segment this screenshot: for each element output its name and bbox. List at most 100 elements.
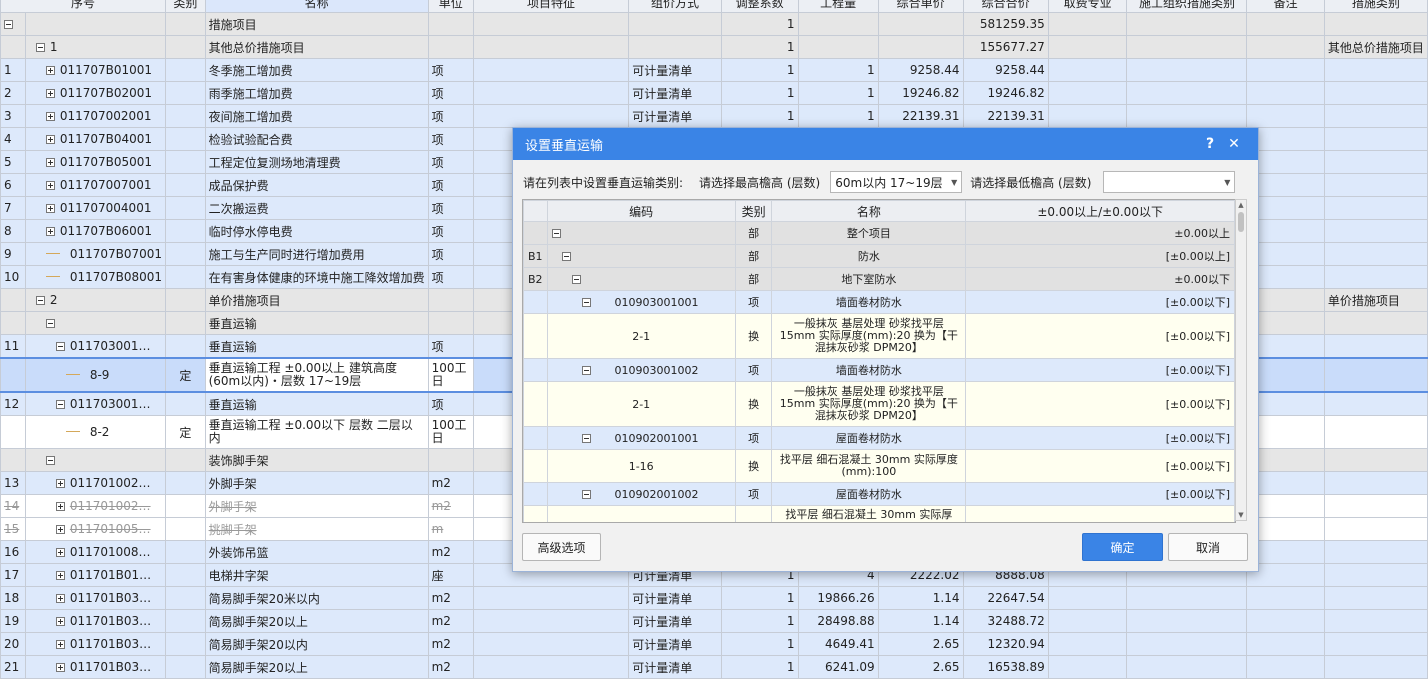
expand-icon[interactable] bbox=[55, 548, 65, 557]
price-cell: 1.14 bbox=[877, 586, 964, 610]
level-cell[interactable]: [±0.00以下] bbox=[965, 381, 1235, 427]
dialog-row[interactable]: 2-1 换 一般抹灰 基层处理 砂浆找平层15mm 实际厚度(mm):20 换为… bbox=[523, 313, 1235, 359]
collapse-icon[interactable] bbox=[581, 490, 591, 499]
table-row[interactable]: 措施项目 1 581259.35 bbox=[0, 12, 1428, 36]
note-cell bbox=[1246, 609, 1325, 633]
feature-cell bbox=[472, 586, 630, 610]
header-price[interactable]: 综合单价 bbox=[877, 0, 964, 13]
expand-icon[interactable] bbox=[45, 158, 55, 167]
header-fee[interactable]: 取费专业 bbox=[1047, 0, 1128, 13]
level-cell[interactable]: [±0.00以下] bbox=[965, 358, 1235, 382]
collapse-icon[interactable] bbox=[55, 400, 65, 409]
table-row[interactable]: 1 011707B01001 冬季施工增加费 项 可计量清单 1 1 9258.… bbox=[0, 58, 1428, 82]
header-org[interactable]: 施工组织措施类别 bbox=[1126, 0, 1248, 13]
expand-icon[interactable] bbox=[55, 594, 65, 603]
dialog-row[interactable]: 010902001002 项 屋面卷材防水 [±0.00以下] bbox=[523, 482, 1235, 506]
name-cell: 装饰脚手架 bbox=[204, 448, 429, 472]
expand-icon[interactable] bbox=[45, 89, 55, 98]
header-coef[interactable]: 调整系数 bbox=[720, 0, 799, 13]
table-row[interactable]: 3 011707002001 夜间施工增加费 项 可计量清单 1 1 22139… bbox=[0, 104, 1428, 128]
scroll-up-icon[interactable]: ▲ bbox=[1236, 200, 1246, 210]
cat-cell bbox=[1323, 391, 1428, 416]
max-height-select[interactable]: 60m以内 17~19层 ▼ bbox=[830, 171, 963, 193]
header-cat[interactable]: 措施类别 bbox=[1323, 0, 1428, 13]
header-qty[interactable]: 工程量 bbox=[797, 0, 879, 13]
scroll-down-icon[interactable]: ▼ bbox=[1236, 510, 1246, 520]
header-unit[interactable]: 单位 bbox=[427, 0, 474, 13]
expand-icon[interactable] bbox=[45, 181, 55, 190]
header-method[interactable]: 组价方式 bbox=[628, 0, 722, 13]
expand-icon[interactable] bbox=[55, 617, 65, 626]
expand-icon[interactable] bbox=[45, 112, 55, 121]
unit-cell[interactable]: 100工日 bbox=[427, 357, 474, 393]
dialog-header-level[interactable]: ±0.00以上/±0.00以下 bbox=[965, 200, 1235, 222]
level-cell[interactable]: ±0.00以下 bbox=[965, 267, 1235, 291]
collapse-icon[interactable] bbox=[561, 252, 571, 261]
close-icon[interactable]: ✕ bbox=[1222, 136, 1246, 152]
expand-icon[interactable] bbox=[55, 479, 65, 488]
table-row[interactable]: 20 011701B03… 简易脚手架20以内 m2 可计量清单 1 4649.… bbox=[0, 632, 1428, 656]
expand-icon[interactable] bbox=[45, 135, 55, 144]
collapse-icon[interactable] bbox=[581, 366, 591, 375]
header-total[interactable]: 综合合价 bbox=[962, 0, 1049, 13]
expand-icon[interactable] bbox=[55, 640, 65, 649]
collapse-icon[interactable] bbox=[581, 298, 591, 307]
level-cell[interactable]: [±0.00以下] bbox=[965, 290, 1235, 314]
collapse-icon[interactable] bbox=[45, 319, 55, 328]
header-note[interactable]: 备注 bbox=[1246, 0, 1325, 13]
header-type[interactable]: 类别 bbox=[165, 0, 206, 13]
expand-icon[interactable] bbox=[45, 66, 55, 75]
name-cell[interactable]: 垂直运输工程 ±0.00以上 建筑高度(60m以内)・层数 17~19层 bbox=[204, 357, 429, 393]
dialog-row[interactable]: 部 整个项目 ±0.00以上 bbox=[523, 221, 1235, 245]
level-cell[interactable]: [±0.00以下] bbox=[965, 426, 1235, 450]
min-height-select[interactable]: ▼ bbox=[1103, 171, 1236, 193]
collapse-icon[interactable] bbox=[35, 43, 45, 52]
header-name[interactable]: 名称 bbox=[204, 0, 429, 13]
table-row[interactable]: 19 011701B03… 简易脚手架20以上 m2 可计量清单 1 28498… bbox=[0, 609, 1428, 633]
expand-icon[interactable] bbox=[55, 663, 65, 672]
table-row[interactable]: 2 011707B02001 雨季施工增加费 项 可计量清单 1 1 19246… bbox=[0, 81, 1428, 105]
dialog-row[interactable]: 010903001001 项 墙面卷材防水 [±0.00以下] bbox=[523, 290, 1235, 314]
level-cell[interactable]: [±0.00以上] bbox=[965, 244, 1235, 268]
expand-icon[interactable] bbox=[45, 227, 55, 236]
expand-icon[interactable] bbox=[55, 571, 65, 580]
expand-icon[interactable] bbox=[55, 502, 65, 511]
level-cell[interactable] bbox=[965, 505, 1235, 522]
dialog-row[interactable]: 2-1 换 一般抹灰 基层处理 砂浆找平层15mm 实际厚度(mm):20 换为… bbox=[523, 381, 1235, 427]
dialog-header-name[interactable]: 名称 bbox=[771, 200, 967, 222]
collapse-icon[interactable] bbox=[571, 275, 581, 284]
level-cell[interactable]: [±0.00以下] bbox=[965, 313, 1235, 359]
table-row[interactable]: 1 其他总价措施项目 1 155677.27 其他总价措施项目 bbox=[0, 35, 1428, 59]
level-cell[interactable]: ±0.00以上 bbox=[965, 221, 1235, 245]
table-row[interactable]: 21 011701B03… 简易脚手架20以上 m2 可计量清单 1 6241.… bbox=[0, 655, 1428, 679]
collapse-icon[interactable] bbox=[4, 20, 13, 29]
dialog-scrollbar[interactable]: ▲ ▼ bbox=[1235, 199, 1247, 521]
type-cell bbox=[165, 655, 206, 679]
cancel-button[interactable]: 取消 bbox=[1168, 533, 1248, 561]
dialog-row[interactable]: B2 部 地下室防水 ±0.00以下 bbox=[523, 267, 1235, 291]
header-feature[interactable]: 项目特征 bbox=[472, 0, 630, 13]
dialog-row[interactable]: 找平层 细石混凝土 30mm 实际厚 bbox=[523, 505, 1235, 522]
scroll-thumb[interactable] bbox=[1238, 212, 1244, 232]
level-cell[interactable]: [±0.00以下] bbox=[965, 482, 1235, 506]
collapse-icon[interactable] bbox=[551, 229, 561, 238]
level-cell[interactable]: [±0.00以下] bbox=[965, 449, 1235, 483]
dialog-row[interactable]: B1 部 防水 [±0.00以上] bbox=[523, 244, 1235, 268]
dialog-header-code[interactable]: 编码 bbox=[546, 200, 736, 222]
expand-icon[interactable] bbox=[45, 204, 55, 213]
help-icon[interactable]: ? bbox=[1198, 136, 1222, 152]
ok-button[interactable]: 确定 bbox=[1082, 533, 1163, 561]
collapse-icon[interactable] bbox=[45, 456, 55, 465]
header-seq[interactable]: 序号 bbox=[0, 0, 167, 13]
qty-cell: 1 bbox=[797, 104, 879, 128]
collapse-icon[interactable] bbox=[55, 342, 65, 351]
dialog-header-type[interactable]: 类别 bbox=[734, 200, 773, 222]
collapse-icon[interactable] bbox=[581, 434, 591, 443]
expand-icon[interactable] bbox=[55, 525, 65, 534]
table-row[interactable]: 18 011701B03… 简易脚手架20米以内 m2 可计量清单 1 1986… bbox=[0, 586, 1428, 610]
dialog-row[interactable]: 010902001001 项 屋面卷材防水 [±0.00以下] bbox=[523, 426, 1235, 450]
advanced-options-button[interactable]: 高级选项 bbox=[522, 533, 601, 561]
dialog-row[interactable]: 1-16 换 找平层 细石混凝土 30mm 实际厚度(mm):100 [±0.0… bbox=[523, 449, 1235, 483]
collapse-icon[interactable] bbox=[35, 296, 45, 305]
dialog-row[interactable]: 010903001002 项 墙面卷材防水 [±0.00以下] bbox=[523, 358, 1235, 382]
